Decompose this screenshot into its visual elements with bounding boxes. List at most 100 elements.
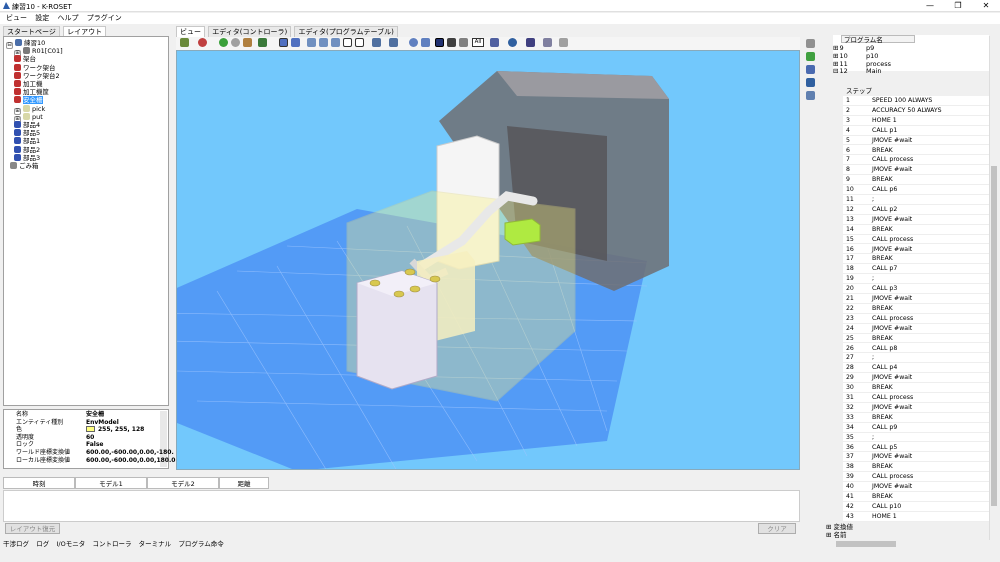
property-row[interactable]: 名称 安全柵 (4, 411, 162, 418)
step-row[interactable]: 32 JMOVE #wait (843, 403, 989, 413)
step-row[interactable]: 39 CALL process (843, 472, 989, 483)
property-row[interactable]: 透明度 60 (4, 434, 162, 441)
expand-toggle-icon[interactable]: ⊞ (833, 44, 838, 52)
step-row[interactable]: 10 CALL p6 (843, 185, 989, 195)
snapshot-icon[interactable] (389, 38, 398, 47)
property-row[interactable]: ローカル座標変換値 600.00,-600.00,0.00,180.0 (4, 457, 175, 464)
step-row[interactable]: 7 CALL process (843, 155, 989, 166)
step-row[interactable]: 41 BREAK (843, 492, 989, 502)
step-row[interactable]: 6 BREAK (843, 146, 989, 156)
view-iso-icon[interactable] (319, 38, 328, 47)
link-icon[interactable] (806, 52, 815, 61)
tab-io-monitor[interactable]: I/Oモニタ (56, 539, 85, 549)
step-row[interactable]: 27; (843, 353, 989, 364)
step-row[interactable]: 23 CALL process (843, 314, 989, 324)
tree-node[interactable]: 安全柵 (14, 96, 43, 105)
step-row[interactable]: 8 JMOVE #wait (843, 165, 989, 176)
step-row[interactable]: 13 JMOVE #wait (843, 215, 989, 225)
pan-icon[interactable] (421, 38, 430, 47)
tree-node[interactable]: 部品4 (14, 121, 40, 129)
camera-icon[interactable] (372, 38, 381, 47)
column-model2[interactable]: モデル2 (147, 477, 219, 489)
robot-icon[interactable] (806, 65, 815, 74)
program-row[interactable]: ⊞9 p9 (833, 44, 923, 52)
tab-program-command[interactable]: プログラム命令 (178, 539, 223, 549)
solid-icon[interactable] (435, 38, 444, 47)
tree-node[interactable]: ⊞ R01[C01] (14, 47, 63, 58)
program-row[interactable]: ⊞11 process (833, 60, 923, 68)
program-row[interactable]: ⊞10 p10 (833, 52, 923, 60)
property-row[interactable]: 色 255, 255, 128 (4, 426, 162, 433)
frame-icon[interactable] (355, 38, 364, 47)
view-top-icon[interactable] (307, 38, 316, 47)
view-front-icon[interactable] (279, 38, 288, 47)
property-row[interactable]: エンティティ種別 EnvModel (4, 419, 162, 426)
step-row[interactable]: 24 JMOVE #wait (843, 324, 989, 334)
column-model1[interactable]: モデル1 (75, 477, 147, 489)
restore-layout-button[interactable]: レイアウト復元 (5, 523, 60, 534)
tree-node[interactable]: 架台 (14, 55, 36, 63)
select-icon[interactable] (559, 38, 568, 47)
stop-icon[interactable] (231, 38, 240, 47)
tree-node[interactable]: ごみ箱 (10, 162, 39, 170)
property-row[interactable]: ワールド座標変換値 600.00,-600.00,0.00,-180. (4, 449, 174, 456)
tree-node[interactable]: 部品3 (14, 153, 40, 162)
tree-node[interactable]: ワーク架台 (14, 63, 56, 72)
step-row[interactable]: 36 CALL p5 (843, 443, 989, 453)
export-icon[interactable] (258, 38, 267, 47)
step-row[interactable]: 11; (843, 195, 989, 205)
window-icon[interactable] (543, 38, 552, 47)
expand-toggle-icon[interactable]: ⊞ (833, 52, 838, 60)
minimize-button[interactable]: — (916, 0, 944, 12)
section-transform[interactable]: ⊞ 変換値 (826, 523, 986, 531)
tab-terminal[interactable]: ターミナル (139, 539, 172, 549)
step-row[interactable]: 12 CALL p2 (843, 205, 989, 215)
tree-node[interactable]: 部品1 (14, 137, 40, 145)
step-row[interactable]: 20 CALL p3 (843, 284, 989, 294)
step-row[interactable]: 38 BREAK (843, 462, 989, 473)
tree-node[interactable]: 部品5 (14, 129, 40, 137)
step-row[interactable]: 26 CALL p8 (843, 344, 989, 354)
step-row[interactable]: 31 CALL process (843, 393, 989, 403)
grid-icon[interactable] (459, 38, 468, 47)
step-row[interactable]: 19; (843, 274, 989, 285)
step-row[interactable]: 42 CALL p10 (843, 502, 989, 512)
step-row[interactable]: 30 BREAK (843, 383, 989, 393)
all-button[interactable]: All (472, 38, 484, 47)
tab-view[interactable]: ビュー (176, 26, 205, 37)
tree-node[interactable]: ⊞ put (14, 112, 43, 123)
tab-controller[interactable]: コントローラ (92, 539, 131, 549)
table-icon[interactable] (526, 38, 535, 47)
expand-toggle-icon[interactable]: ⊞ (833, 60, 838, 68)
step-row[interactable]: 5 JMOVE #wait (843, 136, 989, 146)
right-vertical-scrollbar[interactable] (989, 36, 998, 540)
3d-viewport[interactable] (176, 50, 800, 470)
clear-button[interactable]: クリア (758, 523, 796, 534)
step-row[interactable]: 16 JMOVE #wait (843, 245, 989, 255)
wireframe-icon[interactable] (447, 38, 456, 47)
tree-node[interactable]: ワーク架台2 (14, 71, 60, 80)
menu-plugin[interactable]: プラグイン (87, 13, 122, 24)
tab-editor-program-table[interactable]: エディタ(プログラムテーブル) (294, 26, 398, 37)
tab-editor-controller[interactable]: エディタ(コントローラ) (208, 26, 292, 37)
tab-interference-log[interactable]: 干渉ログ (3, 539, 29, 549)
step-row[interactable]: 35; (843, 433, 989, 443)
tree-node[interactable]: ⊟ 練習10 (6, 39, 45, 49)
step-row[interactable]: 4 CALL p1 (843, 126, 989, 136)
maximize-button[interactable]: ❐ (944, 0, 972, 12)
right-horizontal-scrollbar[interactable] (826, 540, 990, 548)
step-row[interactable]: 29 JMOVE #wait (843, 373, 989, 384)
step-row[interactable]: 21 JMOVE #wait (843, 294, 989, 304)
import-icon[interactable] (180, 38, 189, 47)
expand-toggle-icon[interactable]: ⊟ (6, 42, 13, 49)
step-row[interactable]: 18 CALL p7 (843, 264, 989, 275)
section-name[interactable]: ⊞ 名前 (826, 531, 986, 539)
close-button[interactable]: ✕ (972, 0, 1000, 12)
step-row[interactable]: 37 JMOVE #wait (843, 452, 989, 463)
step-row[interactable]: 33 BREAK (843, 413, 989, 423)
column-distance[interactable]: 距離 (219, 477, 269, 489)
menu-settings[interactable]: 設定 (35, 13, 49, 24)
menu-view[interactable]: ビュー (6, 13, 27, 24)
info-icon[interactable] (806, 91, 815, 100)
step-row[interactable]: 14 BREAK (843, 225, 989, 235)
